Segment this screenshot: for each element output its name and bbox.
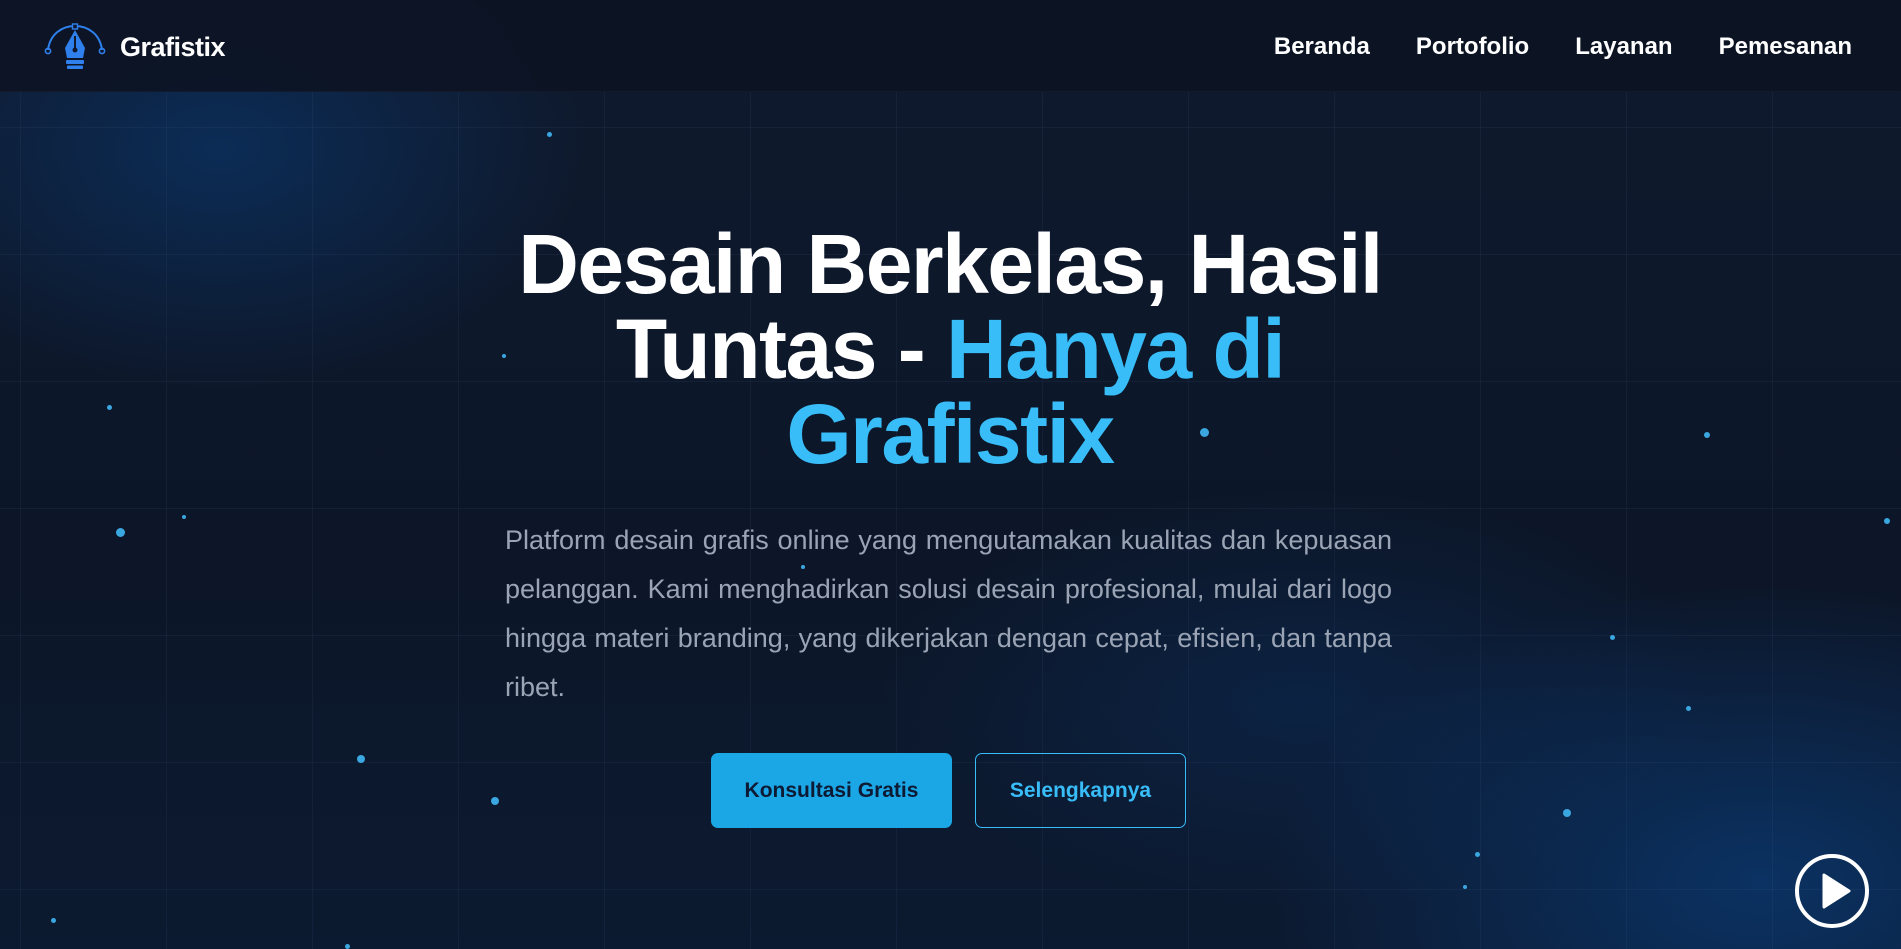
hero-title: Desain Berkelas, Hasil Tuntas - Hanya di… (460, 222, 1440, 477)
particle-dot (547, 132, 552, 137)
hero-title-line2: Tuntas - (615, 302, 947, 396)
particle-dot (182, 515, 186, 519)
hero-description: Platform desain grafis online yang mengu… (505, 525, 1392, 702)
play-button[interactable] (1795, 854, 1869, 928)
brand-logo[interactable]: Grafistix (44, 22, 226, 72)
particle-dot (345, 944, 350, 949)
play-icon (1822, 873, 1851, 909)
particle-dot (116, 528, 125, 537)
particle-dot (1475, 852, 1480, 857)
particle-dot (357, 755, 365, 763)
main-nav: Beranda Portofolio Layanan Pemesanan (1274, 32, 1852, 62)
hero-title-line1: Desain Berkelas, Hasil (518, 217, 1383, 311)
particle-dot (51, 918, 56, 923)
particle-dot (1463, 885, 1467, 889)
particle-dot (1704, 432, 1710, 438)
nav-item-portofolio[interactable]: Portofolio (1416, 32, 1529, 62)
brand-name: Grafistix (120, 31, 226, 62)
nav-item-pemesanan[interactable]: Pemesanan (1719, 32, 1852, 62)
hero-title-brand: Grafistix (786, 387, 1115, 481)
particle-dot (491, 797, 499, 805)
particle-dot (1686, 706, 1691, 711)
particle-dot (1610, 635, 1615, 640)
consultation-button[interactable]: Konsultasi Gratis (711, 753, 952, 828)
nav-item-beranda[interactable]: Beranda (1274, 32, 1370, 62)
learn-more-button[interactable]: Selengkapnya (975, 753, 1186, 828)
nav-item-layanan[interactable]: Layanan (1575, 32, 1672, 62)
navbar: Grafistix Beranda Portofolio Layanan Pem… (0, 0, 1901, 92)
particle-dot (1563, 809, 1571, 817)
pen-nib-icon (44, 23, 106, 69)
hero-title-accent: Hanya di (946, 302, 1286, 396)
page: Grafistix Beranda Portofolio Layanan Pem… (0, 0, 1901, 949)
particle-dot (107, 405, 112, 410)
particle-dot (1884, 518, 1890, 524)
